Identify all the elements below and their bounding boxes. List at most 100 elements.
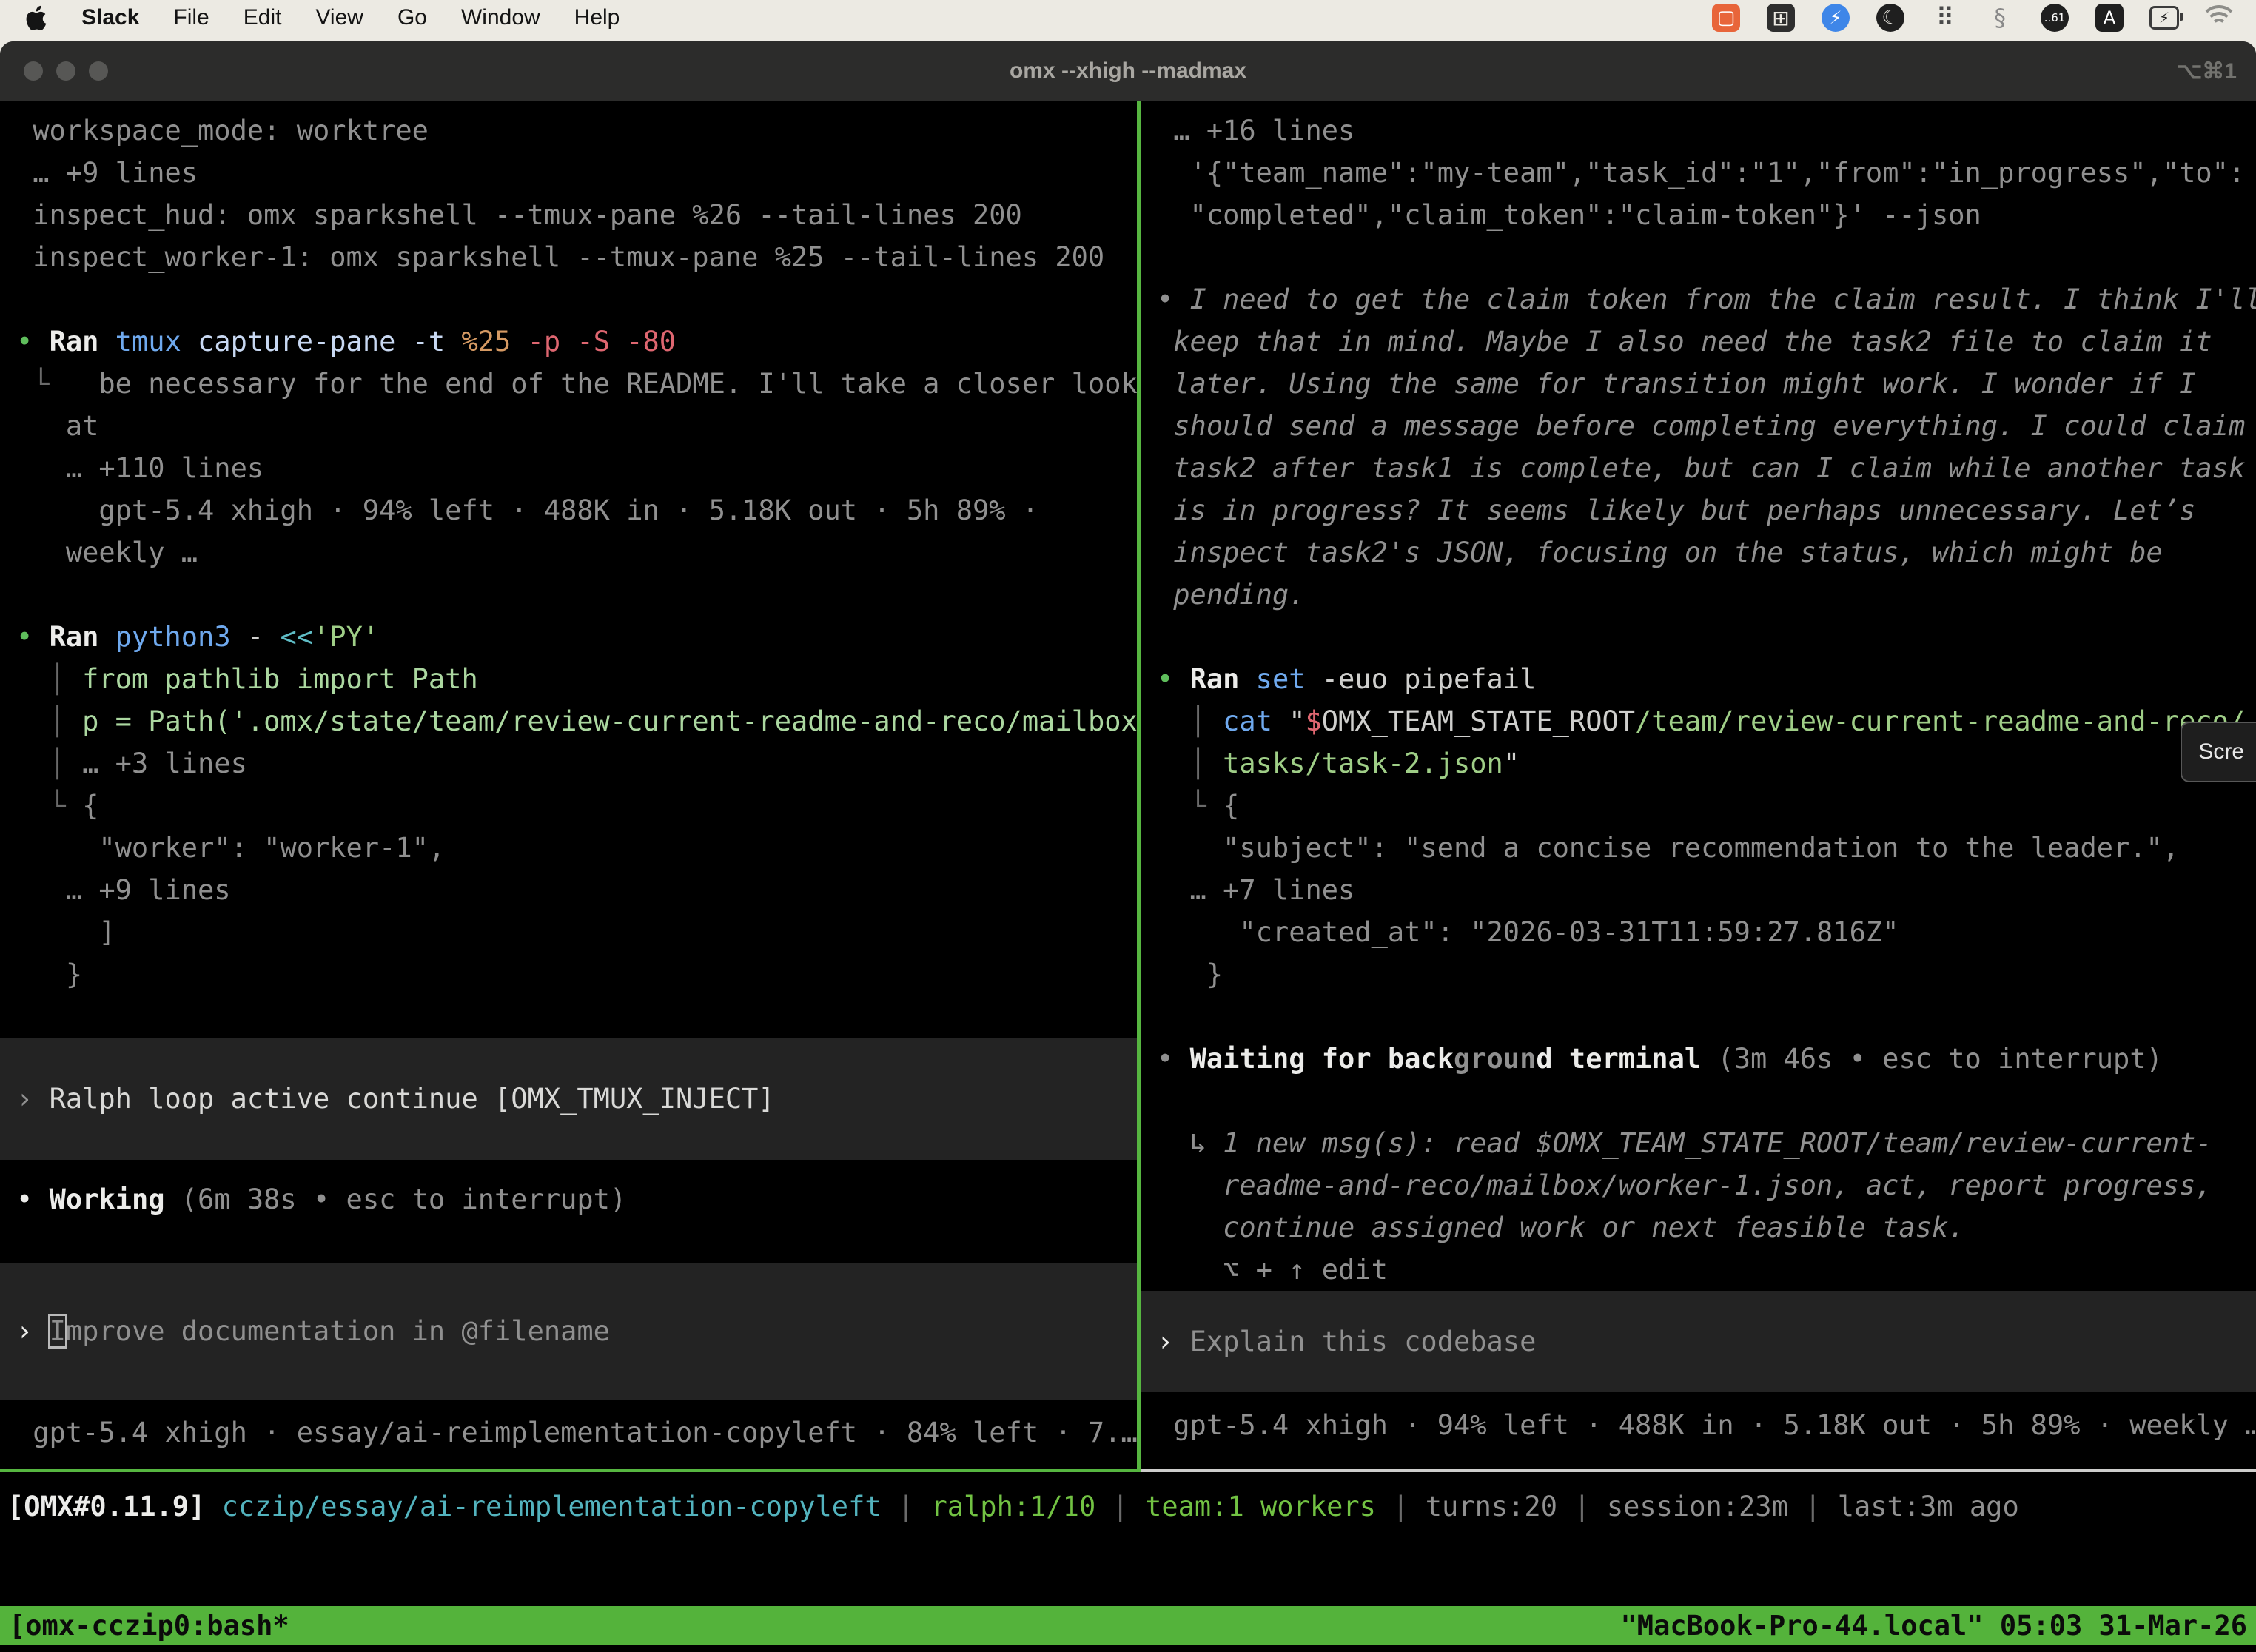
apple-menu-icon[interactable] — [22, 3, 47, 33]
terminal-text-segment: › — [16, 1083, 50, 1115]
terminal-line: • Waiting for background terminal (3m 46… — [1157, 1038, 2256, 1080]
timer-badge-icon-glyph: ..61 — [2041, 4, 2069, 32]
menu-item-window[interactable]: Window — [461, 5, 540, 30]
terminal-text-segment: gpt-5.4 xhigh · 94% left · 488K in · 5.1… — [16, 494, 1038, 526]
terminal-text-segment — [1157, 494, 1173, 526]
input-source-icon[interactable]: A — [2095, 3, 2124, 33]
terminal-text-segment: p = Path('.omx/state/team/review-current… — [82, 705, 1137, 737]
tmux-status-bar: [omx-cczip0:bash* "MacBook-Pro-44.local"… — [0, 1606, 2256, 1645]
terminal-text-segment: python3 — [115, 621, 247, 653]
prompt-input-right[interactable]: › Explain this codebase — [1141, 1291, 2256, 1392]
terminal-text-segment: "subject": "send a concise recommendatio… — [1157, 832, 2179, 864]
terminal-text-segment: … +110 lines — [16, 452, 263, 484]
terminal-text-segment: inspect_hud: omx sparkshell --tmux-pane … — [16, 199, 1022, 231]
menu-item-file[interactable]: File — [173, 5, 209, 30]
terminal-line: should send a message before completing … — [1157, 405, 2256, 447]
text-cursor: I — [50, 1315, 66, 1347]
terminal-text-segment: gpt-5.4 xhigh · 94% left · 488K in · 5.1… — [1157, 1409, 2256, 1441]
squiggle-icon[interactable]: § — [1985, 3, 2015, 33]
menu-bar: Slack File Edit View Go Window Help ▢ ⊞ ⚡ ☾ ⠿ § ..6… — [0, 0, 2256, 36]
terminal-text-segment: • — [1157, 283, 1190, 315]
terminal-text-segment: inspect task2's JSON, focusing on the st… — [1173, 537, 2163, 568]
terminal-text-segment: Ran — [1190, 663, 1256, 695]
dots-grid-icon[interactable]: ⠿ — [1930, 3, 1960, 33]
terminal-text-segment: "worker": "worker-1", — [16, 832, 445, 864]
terminal-line: gpt-5.4 xhigh · 94% left · 488K in · 5.1… — [1157, 1404, 2256, 1446]
shield-grid-icon-glyph: ⊞ — [1767, 4, 1795, 32]
tmux-panes: workspace_mode: worktree … +9 lines insp… — [0, 101, 2256, 1469]
menu-app-name[interactable]: Slack — [81, 5, 139, 30]
terminal-text-segment — [1157, 1212, 1223, 1243]
terminal-text-segment: keep that in mind. Maybe I also need the… — [1173, 326, 2212, 357]
battery-icon[interactable]: ⚡ — [2149, 3, 2179, 33]
terminal-text-segment — [1157, 452, 1173, 484]
window-title-bar[interactable]: omx --xhigh --madmax ⌥⌘1 — [0, 41, 2256, 101]
terminal-text-segment — [1157, 410, 1173, 442]
terminal-text-segment: OMX_TEAM_STATE_ROOT — [1322, 705, 1635, 737]
terminal-text-segment: └ — [1157, 790, 1223, 822]
terminal-text-segment: last:3m ago — [1838, 1491, 2019, 1522]
badge-bolt-icon[interactable]: ⚡ — [1821, 3, 1850, 33]
terminal-line: at — [16, 405, 1137, 447]
terminal-text-segment: 'PY' — [313, 621, 379, 653]
terminal-text-segment: d terminal — [1536, 1043, 1717, 1075]
prompt-input-left[interactable]: › Improve documentation in @filename — [0, 1263, 1137, 1400]
terminal-text-segment — [1157, 579, 1173, 611]
menu-item-help[interactable]: Help — [574, 5, 620, 30]
menu-item-edit[interactable]: Edit — [244, 5, 282, 30]
window-shortcut-hint: ⌥⌘1 — [2177, 58, 2237, 84]
terminal-text-segment: groun — [1454, 1043, 1536, 1075]
terminal-line: } — [1157, 953, 2256, 995]
chat-app-icon[interactable]: ▢ — [1711, 3, 1741, 33]
terminal-line: "completed","claim_token":"claim-token"}… — [1157, 194, 2256, 236]
terminal-line — [1157, 1080, 2256, 1122]
terminal-line: … +7 lines — [1157, 869, 2256, 911]
terminal-text-segment: -euo pipefail — [1322, 663, 1537, 695]
squiggle-icon-glyph: § — [1986, 4, 2014, 32]
tmux-session-label[interactable]: [omx-cczip0:bash* — [9, 1610, 289, 1642]
terminal-text-segment: /team/review-current-readme-and-reco/ — [1635, 705, 2245, 737]
terminal-line: • Ran tmux capture-pane -t %25 -p -S -80 — [16, 320, 1137, 363]
terminal-text-segment: team:1 workers — [1145, 1491, 1376, 1522]
terminal-text-segment: cczip/essay/ai-reimplementation-copyleft — [222, 1491, 882, 1522]
terminal-line: '{"team_name":"my-team","task_id":"1","f… — [1157, 152, 2256, 194]
timer-badge-icon[interactable]: ..61 — [2040, 3, 2069, 33]
terminal-line: │ … +3 lines — [16, 742, 1137, 785]
hud-pane[interactable]: Scre … +16 lines '{"team_name":"my-team"… — [1141, 101, 2256, 1469]
menu-item-go[interactable]: Go — [397, 5, 427, 30]
terminal-text-segment: } — [16, 958, 82, 990]
terminal-line: task2 after task1 is complete, but can I… — [1157, 447, 2256, 489]
shield-grid-icon[interactable]: ⊞ — [1766, 3, 1796, 33]
terminal-line — [1157, 236, 2256, 278]
terminal-text-segment: be necessary for the end of the README. … — [50, 368, 1137, 400]
terminal-line: • Ran set -euo pipefail — [1157, 658, 2256, 700]
terminal-line: … +9 lines — [16, 152, 1137, 194]
crescent-icon[interactable]: ☾ — [1876, 3, 1905, 33]
terminal-line — [16, 995, 1137, 1038]
terminal-text-segment: | — [1557, 1491, 1607, 1522]
terminal-text-segment: cat — [1223, 705, 1289, 737]
tmux-host-clock: "MacBook-Pro-44.local" 05:03 31-Mar-26 — [1621, 1610, 2247, 1642]
terminal-line: ] — [16, 911, 1137, 953]
terminal-line: │ cat "$OMX_TEAM_STATE_ROOT/team/review-… — [1157, 700, 2256, 742]
terminal-text-segment: "created_at": "2026-03-31T11:59:27.816Z" — [1157, 916, 1899, 948]
terminal-text-segment: '{"team_name":"my-team","task_id":"1","f… — [1157, 157, 2245, 189]
terminal-text-segment: … +16 lines — [1157, 115, 1354, 147]
terminal-text-segment: | — [1788, 1491, 1838, 1522]
worker-pane[interactable]: workspace_mode: worktree … +9 lines insp… — [0, 101, 1137, 1469]
pane-border-horizontal[interactable] — [0, 1469, 2256, 1472]
terminal-text-segment — [1157, 537, 1173, 568]
terminal-text-segment: inspect_worker-1: omx sparkshell --tmux-… — [16, 241, 1104, 273]
terminal-line: pending. — [1157, 574, 2256, 616]
terminal-line: │ p = Path('.omx/state/team/review-curre… — [16, 700, 1137, 742]
terminal-text-segment: | — [1095, 1491, 1145, 1522]
terminal-text-segment: " — [1289, 705, 1305, 737]
wifi-icon[interactable] — [2204, 3, 2234, 33]
terminal-text-segment: should send a message before completing … — [1173, 410, 2245, 442]
terminal-text-segment: … +9 lines — [16, 157, 198, 189]
menu-item-view[interactable]: View — [315, 5, 363, 30]
terminal-text-segment: task2 after task1 is complete, but can I… — [1173, 452, 2245, 484]
terminal-line: … +16 lines — [1157, 110, 2256, 152]
terminal-text-segment: turns:20 — [1426, 1491, 1557, 1522]
chat-app-icon-glyph: ▢ — [1712, 4, 1740, 32]
